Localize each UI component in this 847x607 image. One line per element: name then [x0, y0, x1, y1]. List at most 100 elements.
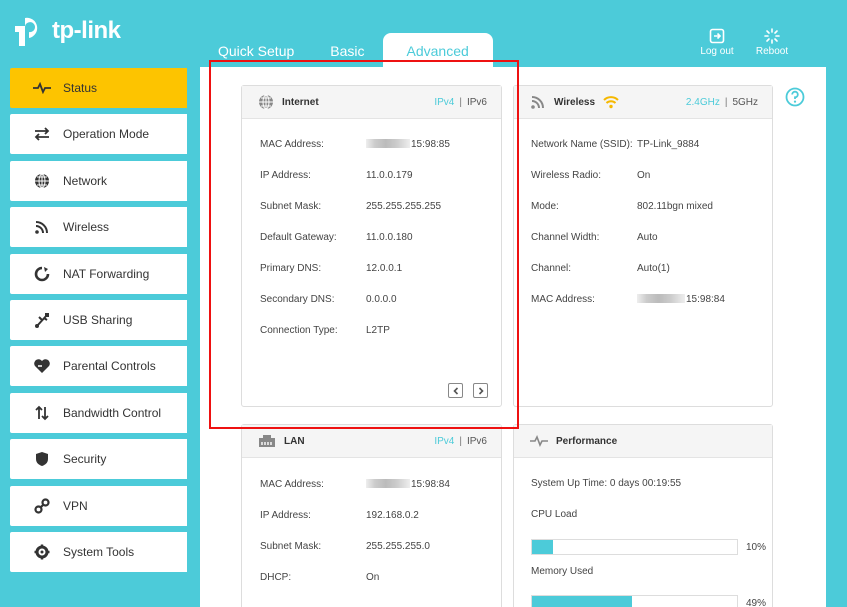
reboot-label: Reboot: [755, 46, 789, 57]
tp-link-logo-icon: [10, 12, 48, 50]
lan-ip-value: 192.168.0.2: [366, 510, 419, 521]
wireless-radio-label: Wireless Radio:: [531, 170, 602, 181]
redacted-mac-prefix: [637, 294, 685, 303]
lan-port-icon: [258, 434, 276, 448]
band-5ghz-toggle[interactable]: 5GHz: [732, 97, 758, 108]
pulse-icon: [530, 435, 548, 447]
subnet-mask-label: Subnet Mask:: [260, 201, 322, 212]
swap-arrows-icon: [32, 124, 52, 144]
sidebar-item-usb-sharing[interactable]: USB Sharing: [10, 299, 187, 340]
wifi-icon: [32, 217, 52, 237]
cpu-load-bar-fill: [532, 540, 553, 554]
sidebar-item-label: NAT Forwarding: [63, 266, 150, 281]
globe-icon: [258, 94, 274, 110]
connection-type-label: Connection Type:: [260, 325, 338, 336]
wifi-signal-icon: [603, 95, 619, 109]
logout-button[interactable]: Log out: [695, 28, 739, 57]
tab-basic[interactable]: Basic: [312, 33, 382, 67]
ssid-label: Network Name (SSID):: [531, 139, 633, 150]
ipv4-toggle[interactable]: IPv4: [434, 97, 454, 108]
default-gateway-value: 11.0.0.180: [366, 232, 413, 243]
channel-value: Auto(1): [637, 263, 670, 274]
up-down-arrows-icon: [32, 403, 52, 423]
tab-quick-setup[interactable]: Quick Setup: [200, 33, 312, 67]
top-nav-tabs: Quick Setup Basic Advanced: [200, 33, 493, 67]
primary-dns-label: Primary DNS:: [260, 263, 322, 274]
connection-type-value: L2TP: [366, 325, 390, 336]
ip-address-label: IP Address:: [260, 170, 311, 181]
reboot-icon: [764, 28, 780, 44]
ip-address-value: 11.0.0.179: [366, 170, 413, 181]
gear-icon: [32, 542, 52, 562]
lan-ipv4-toggle[interactable]: IPv4: [434, 436, 454, 447]
performance-card: Performance System Up Time: 0 days 00:19…: [513, 424, 773, 607]
memory-used-label: Memory Used: [531, 566, 594, 577]
tp-link-logo: tp-link: [10, 12, 121, 50]
secondary-dns-value: 0.0.0.0: [366, 294, 397, 305]
wireless-radio-value: On: [637, 170, 651, 181]
dhcp-value: On: [366, 572, 380, 583]
channel-label: Channel:: [531, 263, 572, 274]
ipv6-toggle[interactable]: IPv6: [467, 97, 487, 108]
sidebar-item-nat-forwarding[interactable]: NAT Forwarding: [10, 253, 187, 294]
sidebar-item-parental-controls[interactable]: Parental Controls: [10, 346, 187, 387]
lan-ipv6-toggle[interactable]: IPv6: [467, 436, 487, 447]
cpu-load-bar: [531, 539, 738, 555]
lan-card-header: LAN IPv4 | IPv6: [242, 425, 501, 458]
band-switch: 2.4GHz | 5GHz: [685, 97, 758, 108]
sidebar-item-system-tools[interactable]: System Tools: [10, 531, 187, 572]
mac-address-label: MAC Address:: [260, 139, 324, 150]
shield-icon: [32, 449, 52, 469]
wireless-card: Wireless 2.4GHz | 5GHz Network Name (SSID)…: [513, 85, 773, 407]
sidebar-item-label: Parental Controls: [63, 359, 156, 374]
heart-icon: [32, 356, 52, 376]
wireless-mac-value: 15:98:84: [637, 294, 725, 305]
lan-mac-label: MAC Address:: [260, 479, 324, 490]
channel-width-value: Auto: [637, 232, 658, 243]
wireless-mac-label: MAC Address:: [531, 294, 595, 305]
sidebar-item-security[interactable]: Security: [10, 439, 187, 480]
help-button[interactable]: [785, 87, 805, 112]
sidebar-item-label: USB Sharing: [63, 312, 133, 327]
lan-card-title: LAN: [284, 435, 305, 447]
pulse-icon: [32, 78, 52, 98]
internet-card: Internet IPv4 | IPv6 MAC Address: 15:98:85…: [241, 85, 502, 407]
sidebar-item-label: Operation Mode: [63, 127, 150, 142]
lan-ip-label: IP Address:: [260, 510, 311, 521]
chevron-left-icon: [452, 386, 458, 395]
memory-used-bar: [531, 595, 738, 607]
sidebar-item-status[interactable]: Status: [10, 68, 187, 108]
lan-subnet-label: Subnet Mask:: [260, 541, 322, 552]
sidebar-item-network[interactable]: Network: [10, 160, 187, 201]
default-gateway-label: Default Gateway:: [260, 232, 337, 243]
ip-version-switch: IPv4 | IPv6: [434, 97, 487, 108]
help-icon: [785, 87, 805, 107]
logout-icon: [709, 28, 725, 44]
secondary-dns-label: Secondary DNS:: [260, 294, 335, 305]
tab-advanced[interactable]: Advanced: [382, 33, 493, 67]
reboot-button[interactable]: Reboot: [750, 28, 794, 57]
performance-card-title: Performance: [556, 435, 618, 447]
sidebar-item-label: Network: [63, 173, 108, 188]
next-page-button[interactable]: [473, 383, 488, 398]
sidebar-item-label: Security: [63, 452, 107, 467]
sidebar-item-vpn[interactable]: VPN: [10, 485, 187, 526]
sidebar: Status Operation Mode Network Wireless N…: [10, 68, 187, 578]
uptime-text: System Up Time: 0 days 00:19:55: [531, 478, 682, 489]
lan-ip-version-switch: IPv4 | IPv6: [434, 436, 487, 447]
wireless-card-title: Wireless: [554, 96, 596, 108]
sidebar-item-wireless[interactable]: Wireless: [10, 207, 187, 248]
primary-dns-value: 12.0.0.1: [366, 263, 403, 274]
mode-value: 802.11bgn mixed: [637, 201, 713, 212]
cpu-load-label: CPU Load: [531, 509, 578, 520]
logout-label: Log out: [700, 46, 734, 57]
sidebar-item-label: Wireless: [63, 220, 110, 235]
redacted-mac-prefix: [366, 479, 410, 488]
band-24ghz-toggle[interactable]: 2.4GHz: [686, 97, 720, 108]
lan-card: LAN IPv4 | IPv6 MAC Address: 15:98:84 IP A…: [241, 424, 502, 607]
sidebar-item-bandwidth-control[interactable]: Bandwidth Control: [10, 392, 187, 433]
sidebar-item-operation-mode[interactable]: Operation Mode: [10, 114, 187, 155]
memory-used-percent: 49%: [746, 598, 767, 607]
mac-address-value: 15:98:85: [366, 139, 450, 150]
prev-page-button[interactable]: [448, 383, 463, 398]
